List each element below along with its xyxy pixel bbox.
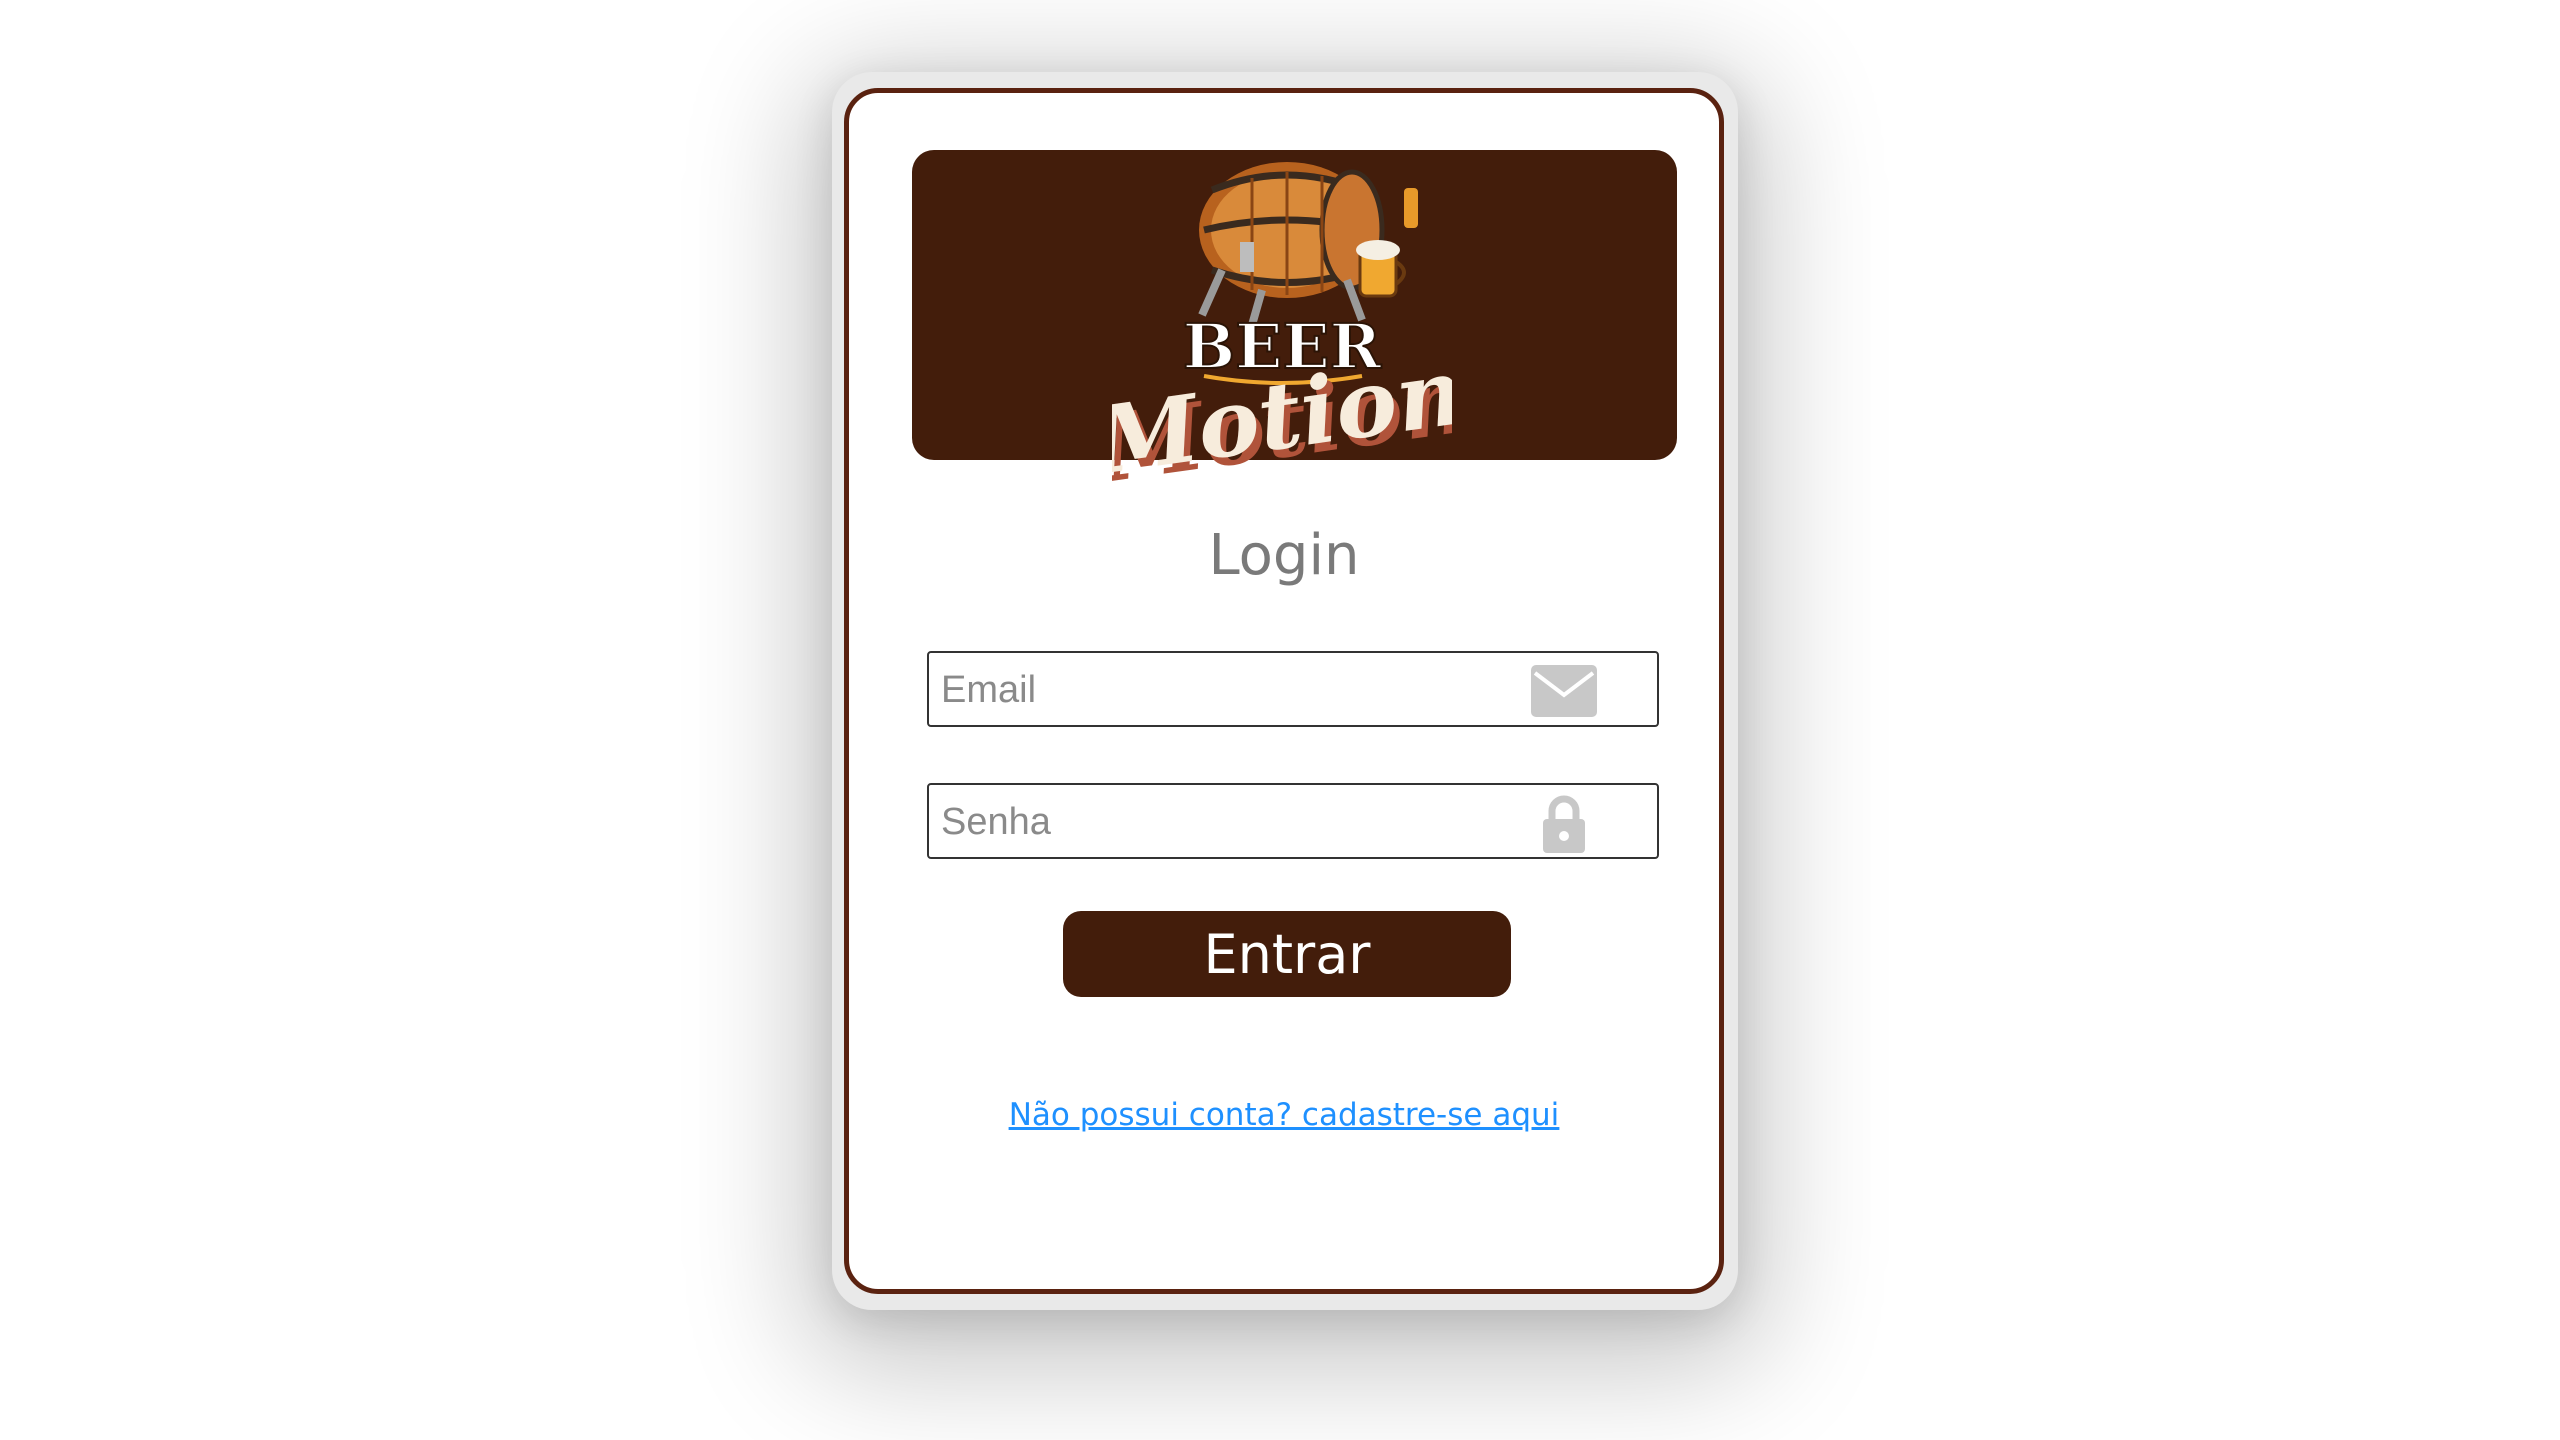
envelope-icon: [1531, 665, 1597, 717]
login-card: BEER Motion Motion Login Entrar: [844, 88, 1724, 1294]
login-title: Login: [1208, 523, 1360, 588]
beer-motion-logo: BEER Motion Motion: [1112, 162, 1452, 500]
email-field[interactable]: [927, 651, 1659, 727]
login-card-frame: BEER Motion Motion Login Entrar: [832, 72, 1738, 1310]
password-input[interactable]: [939, 785, 1543, 859]
password-field[interactable]: [927, 783, 1659, 859]
lock-icon: [1543, 795, 1585, 853]
entrar-button[interactable]: Entrar: [1063, 911, 1511, 997]
signup-link-container: Não possui conta? cadastre-se aqui: [849, 1097, 1719, 1133]
email-input[interactable]: [939, 653, 1543, 727]
signup-link[interactable]: Não possui conta? cadastre-se aqui: [1009, 1097, 1560, 1133]
logo-banner: BEER Motion Motion: [912, 150, 1677, 500]
